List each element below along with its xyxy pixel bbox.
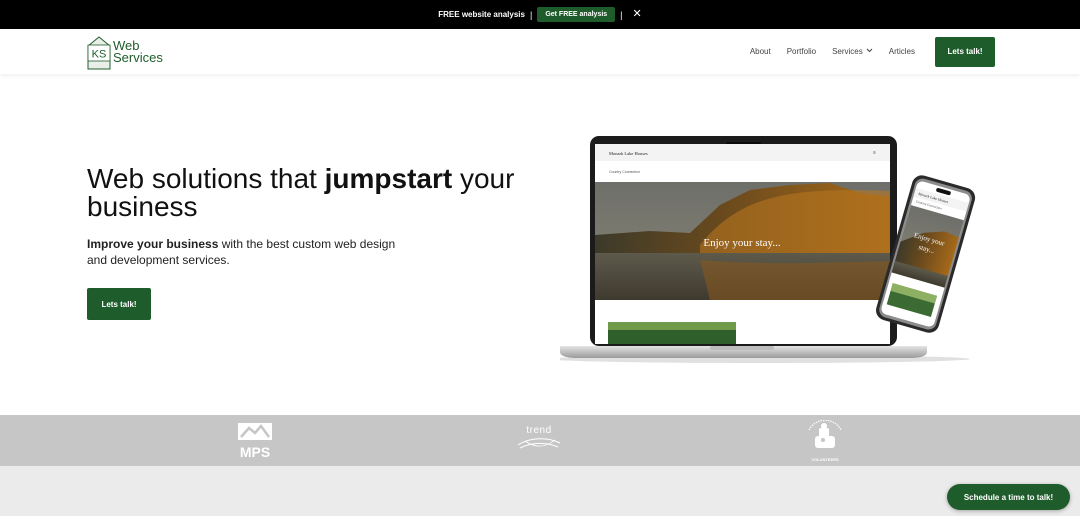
svg-text:Monark Lake Houses: Monark Lake Houses [609,151,648,156]
nav-services-label: Services [832,47,863,56]
chevron-down-icon [866,48,873,55]
svg-text:Country Connection: Country Connection [609,170,640,174]
svg-text:KS: KS [92,48,107,60]
mps-logo-text: MPS [239,444,271,460]
volunteers-badge-icon [808,419,842,448]
trend-logo-text: trend [526,425,552,436]
announcement-text: FREE website analysis [438,10,525,19]
volunteers-logo-text: VOLUNTEERS [811,457,839,462]
nav-about[interactable]: About [750,47,771,56]
volunteers-logo: VOLUNTEERS [803,419,847,462]
next-section [0,466,1080,516]
hero-title-bold: jumpstart [324,163,453,194]
svg-text:Enjoy your stay...: Enjoy your stay... [703,237,780,249]
trend-swoosh-icon [517,438,561,449]
hero-lets-talk-button[interactable]: Lets talk! [87,288,151,320]
site-logo[interactable]: KS Web Services [87,34,167,69]
logo-line-2: Services [113,49,163,65]
schedule-talk-button[interactable]: Schedule a time to talk! [947,484,1070,510]
hero-subtitle: Improve your business with the best cust… [87,236,417,268]
mps-logo-icon [238,423,272,440]
close-icon[interactable]: ✕ [633,9,642,20]
hero-sub-bold: Improve your business [87,237,219,251]
nav-articles[interactable]: Articles [889,47,915,56]
svg-text:≡: ≡ [873,150,876,156]
mps-logo: MPS [236,421,274,459]
get-free-analysis-button[interactable]: Get FREE analysis [537,7,616,22]
hero-title: Web solutions that jumpstart your busine… [87,165,537,221]
ks-logo-icon: KS [87,35,111,69]
device-mockup: Monark Lake Houses ≡ Country Connection … [550,135,980,365]
separator: | [529,9,533,20]
main-nav: About Portfolio Services Articles Lets t… [750,29,995,74]
announcement-bar: FREE website analysis | Get FREE analysi… [0,0,1080,29]
trend-logo: trend [514,425,564,455]
device-mockup-illustration: Monark Lake Houses ≡ Country Connection … [550,136,976,363]
client-logo-strip: MPS trend VOLUNTEERS [0,415,1080,466]
nav-portfolio[interactable]: Portfolio [787,47,816,56]
site-header: KS Web Services About Portfolio Services… [0,29,1080,74]
separator: | [620,9,623,20]
header-lets-talk-button[interactable]: Lets talk! [935,36,995,67]
logo-wordmark: Web Services [113,39,163,65]
hero-title-pre: Web solutions that [87,163,325,194]
nav-services[interactable]: Services [832,47,873,56]
